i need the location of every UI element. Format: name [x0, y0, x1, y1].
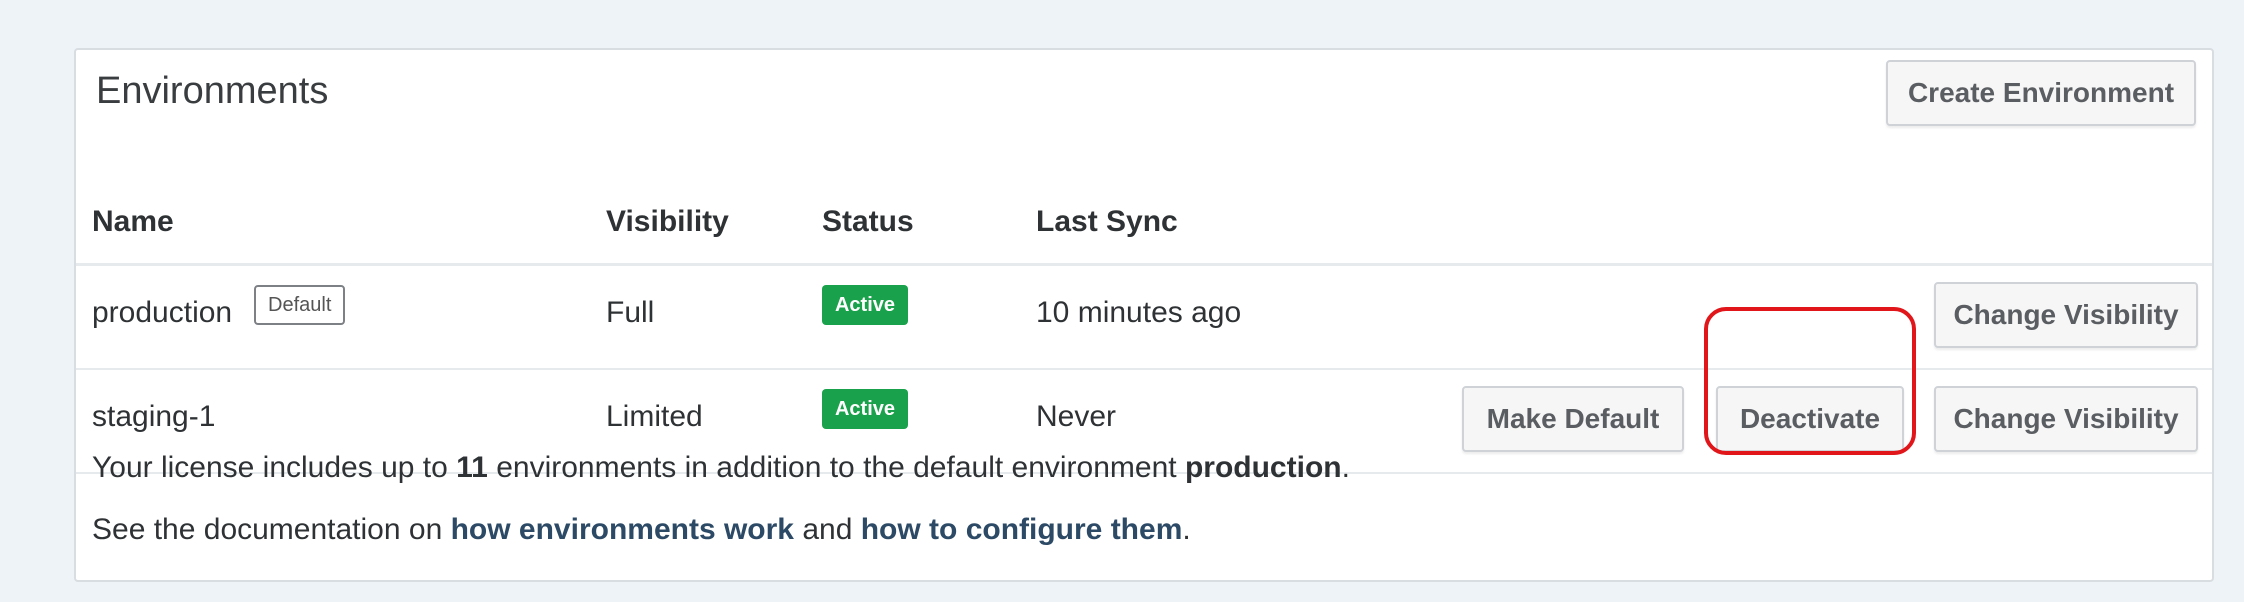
environments-panel: Environments Create Environment Name Vis…	[74, 48, 2214, 582]
default-badge: Default	[254, 285, 346, 325]
status-badge: Active	[822, 389, 908, 429]
license-count: 11	[456, 451, 488, 484]
last-sync-value: Never	[1036, 400, 1117, 433]
table-header: Name Visibility Status Last Sync	[76, 162, 2212, 266]
column-header-visibility: Visibility	[606, 205, 729, 238]
last-sync-value: 10 minutes ago	[1036, 296, 1242, 329]
status-badge: Active	[822, 285, 908, 325]
visibility-value: Full	[606, 296, 655, 329]
environment-name: production	[92, 296, 233, 329]
license-text-end: .	[1341, 451, 1350, 484]
license-text-middle: environments in addition to the default …	[487, 451, 1185, 484]
make-default-button[interactable]: Make Default	[1462, 386, 1684, 452]
license-text-prefix: Your license includes up to	[92, 451, 457, 484]
how-environments-work-link[interactable]: how environments work	[451, 513, 794, 546]
environment-name: staging-1	[92, 400, 216, 433]
change-visibility-button[interactable]: Change Visibility	[1934, 282, 2198, 348]
create-environment-button[interactable]: Create Environment	[1886, 60, 2196, 126]
change-visibility-button[interactable]: Change Visibility	[1934, 386, 2198, 452]
deactivate-button[interactable]: Deactivate	[1716, 386, 1904, 452]
license-default-environment: production	[1184, 451, 1342, 484]
visibility-value: Limited	[606, 400, 703, 433]
column-header-status: Status	[822, 205, 914, 238]
panel-title: Environments	[96, 70, 329, 112]
how-to-configure-link[interactable]: how to configure them	[861, 513, 1183, 546]
docs-text-end: .	[1182, 513, 1191, 546]
column-header-name: Name	[92, 205, 174, 238]
docs-text-middle: and	[793, 513, 861, 546]
docs-text-prefix: See the documentation on	[92, 513, 451, 546]
license-text: Your license includes up to 11 environme…	[92, 453, 1350, 483]
column-header-last-sync: Last Sync	[1036, 205, 1178, 238]
table-row: production Default Full Active 10 minute…	[76, 266, 2212, 370]
docs-text: See the documentation on how environment…	[92, 515, 1191, 545]
